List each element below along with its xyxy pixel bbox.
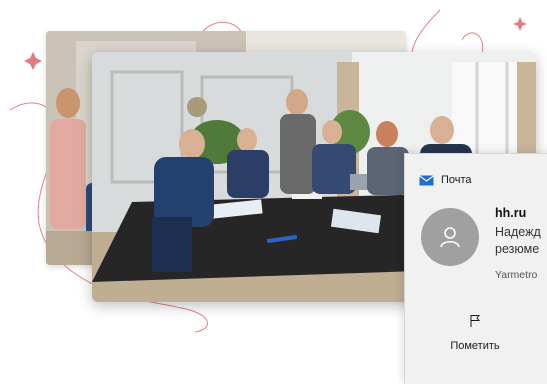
flag-label: Пометить bbox=[450, 340, 500, 352]
mail-icon bbox=[419, 174, 434, 185]
sender-name: hh.ru bbox=[495, 206, 527, 220]
account-name: Yarmetro bbox=[495, 269, 538, 281]
person-icon bbox=[440, 227, 460, 248]
message-preview: Надежд резюме bbox=[495, 224, 541, 258]
mail-notification-toast[interactable]: Почта hh.ru Надежд резюме Yarmetro Помет… bbox=[404, 153, 547, 384]
toast-header: Почта bbox=[419, 174, 472, 186]
desktop-stage: Почта hh.ru Надежд резюме Yarmetro Помет… bbox=[0, 0, 547, 384]
preview-line-1: Надежд bbox=[495, 225, 541, 239]
sender-avatar bbox=[421, 208, 479, 266]
flag-button[interactable]: Пометить bbox=[445, 314, 505, 364]
flag-icon bbox=[470, 315, 481, 327]
app-name: Почта bbox=[441, 174, 472, 186]
preview-line-2: резюме bbox=[495, 242, 540, 256]
